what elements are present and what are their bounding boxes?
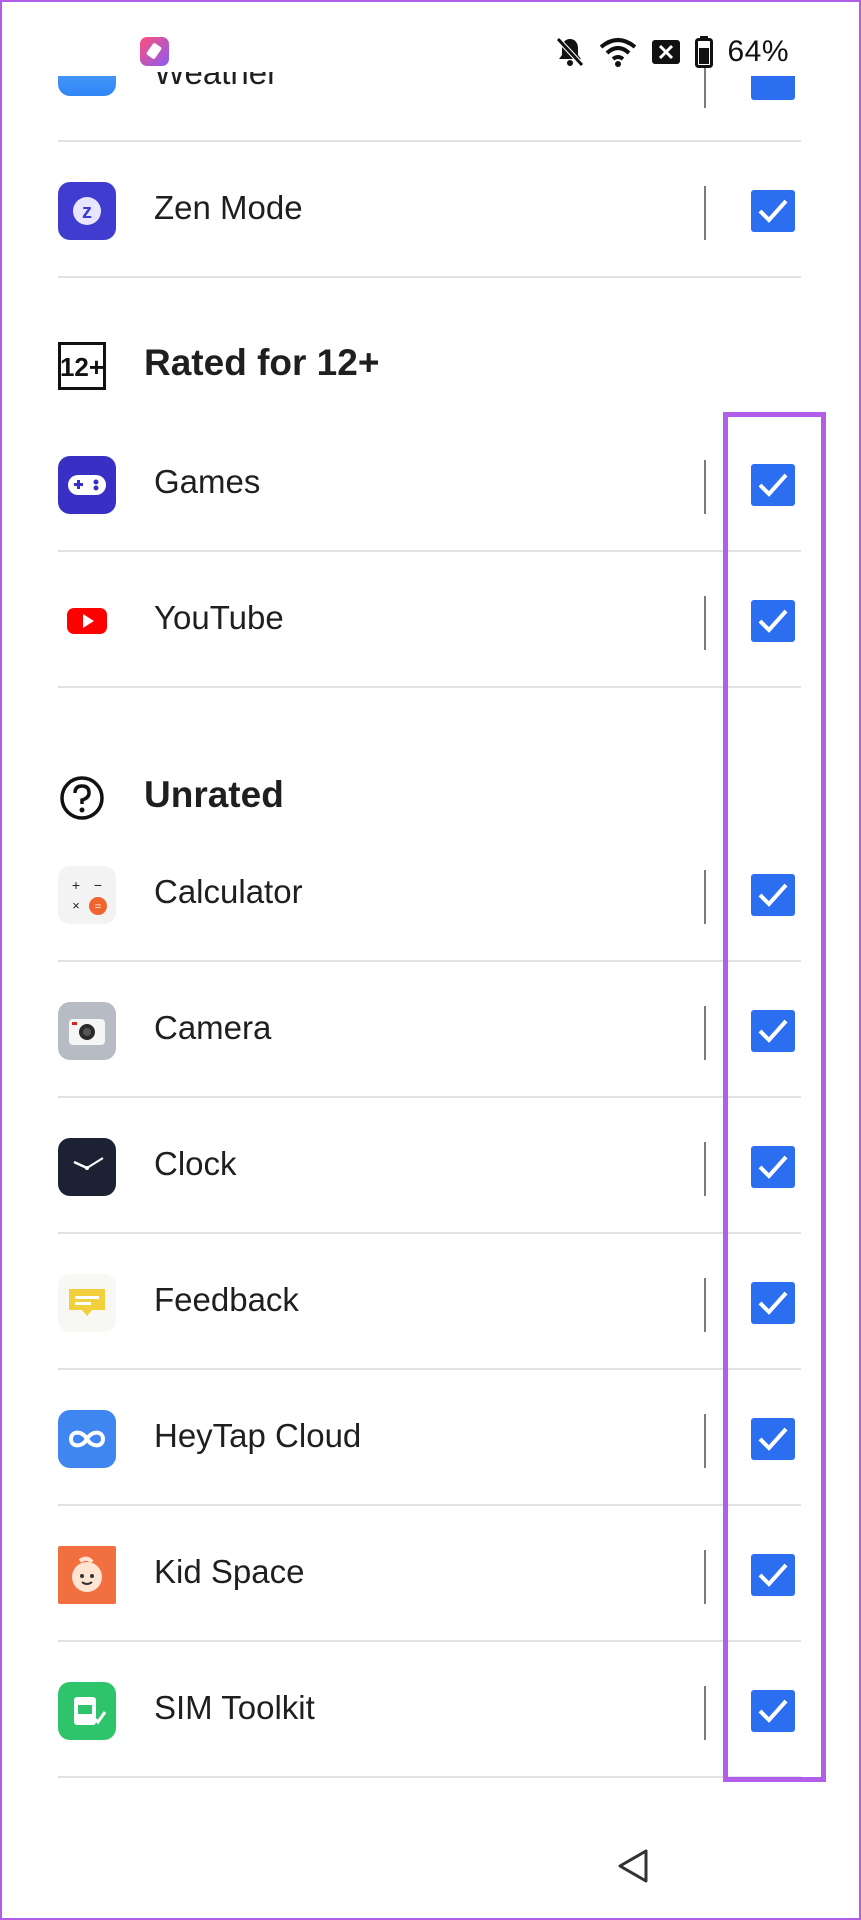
- app-label: Clock: [154, 1145, 237, 1182]
- question-circle-icon: [58, 774, 106, 822]
- checkbox-zen-mode[interactable]: [751, 190, 795, 232]
- list-item-games[interactable]: Games: [0, 416, 861, 552]
- svg-text:×: ×: [72, 898, 80, 913]
- row-separator: [704, 1142, 706, 1196]
- app-label: SIM Toolkit: [154, 1689, 315, 1726]
- app-label: Zen Mode: [154, 189, 303, 226]
- app-label: Weather: [154, 54, 279, 91]
- list-item-calculator[interactable]: + − × = Calculator: [0, 826, 861, 962]
- app-label: Games: [154, 463, 261, 500]
- row-divider: [58, 686, 801, 688]
- svg-text:−: −: [94, 877, 102, 893]
- section-header-rated-12: 12+ Rated for 12+: [0, 320, 861, 410]
- svg-text:12+: 12+: [60, 352, 104, 382]
- list-item-camera[interactable]: Camera: [0, 962, 861, 1098]
- list-item-kid-space[interactable]: Kid Space: [0, 1506, 861, 1642]
- camera-icon: [58, 1002, 116, 1060]
- app-label: Feedback: [154, 1281, 299, 1318]
- row-separator: [704, 68, 706, 108]
- app-label: YouTube: [154, 599, 284, 636]
- list-item-heytap-cloud[interactable]: HeyTap Cloud: [0, 1370, 861, 1506]
- zen-mode-icon: z: [58, 182, 116, 240]
- checkbox-youtube[interactable]: [751, 600, 795, 642]
- checkbox-weather[interactable]: [751, 76, 795, 100]
- heytap-cloud-icon: [58, 1410, 116, 1468]
- app-label: HeyTap Cloud: [154, 1417, 362, 1454]
- svg-text:=: =: [95, 901, 101, 913]
- youtube-icon: [58, 592, 116, 650]
- checkbox-calculator[interactable]: [751, 874, 795, 916]
- row-separator: [704, 460, 706, 514]
- row-separator: [704, 186, 706, 240]
- kid-space-icon: [58, 1546, 116, 1604]
- section-title: Unrated: [144, 774, 284, 815]
- row-separator: [704, 596, 706, 650]
- feedback-icon: [58, 1274, 116, 1332]
- checkbox-clock[interactable]: [751, 1146, 795, 1188]
- list-item-clock[interactable]: Clock: [0, 1098, 861, 1234]
- app-label: Camera: [154, 1009, 272, 1046]
- list-item-zen-mode[interactable]: z Zen Mode: [0, 142, 861, 278]
- checkbox-kid-space[interactable]: [751, 1554, 795, 1596]
- checkbox-feedback[interactable]: [751, 1282, 795, 1324]
- list-item-youtube[interactable]: YouTube: [0, 552, 861, 688]
- clock-icon: [58, 1138, 116, 1196]
- row-separator: [704, 870, 706, 924]
- calculator-icon: + − × =: [58, 866, 116, 924]
- list-item-feedback[interactable]: Feedback: [0, 1234, 861, 1370]
- list-item-weather[interactable]: Weather: [0, 6, 861, 142]
- back-triangle-icon[interactable]: [614, 1846, 654, 1886]
- sim-toolkit-icon: [58, 1682, 116, 1740]
- svg-text:+: +: [72, 877, 80, 893]
- row-separator: [704, 1006, 706, 1060]
- app-label: Calculator: [154, 873, 303, 910]
- row-separator: [704, 1414, 706, 1468]
- row-separator: [704, 1550, 706, 1604]
- games-icon: [58, 456, 116, 514]
- list-item-sim-toolkit[interactable]: SIM Toolkit: [0, 1642, 861, 1778]
- rating-12-icon: 12+: [58, 342, 106, 390]
- row-separator: [704, 1278, 706, 1332]
- section-title: Rated for 12+: [144, 342, 380, 383]
- weather-icon: [58, 76, 116, 96]
- checkbox-heytap-cloud[interactable]: [751, 1418, 795, 1460]
- checkbox-sim-toolkit[interactable]: [751, 1690, 795, 1732]
- row-divider: [58, 276, 801, 278]
- svg-text:z: z: [82, 201, 92, 223]
- row-divider: [58, 1776, 801, 1778]
- checkbox-games[interactable]: [751, 464, 795, 506]
- checkbox-camera[interactable]: [751, 1010, 795, 1052]
- row-separator: [704, 1686, 706, 1740]
- app-label: Kid Space: [154, 1553, 305, 1590]
